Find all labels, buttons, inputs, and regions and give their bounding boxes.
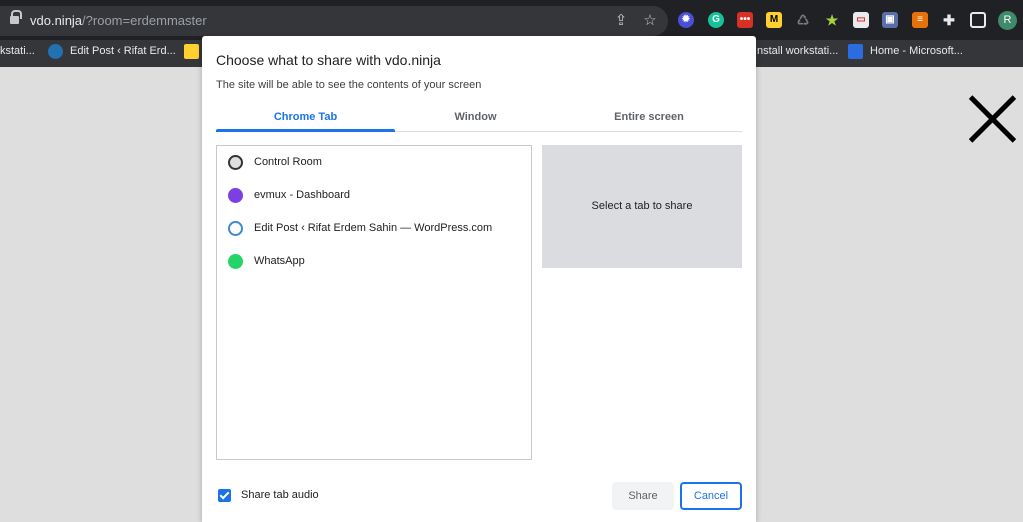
- list-item-label: WhatsApp: [254, 255, 305, 267]
- dialog-title: Choose what to share with vdo.ninja: [216, 52, 441, 68]
- extension-red-icon[interactable]: •••: [737, 12, 753, 28]
- extension-window-icon[interactable]: ▣: [882, 12, 898, 28]
- share-audio-checkbox[interactable]: [218, 489, 231, 502]
- cancel-button[interactable]: Cancel: [680, 482, 742, 510]
- azure-icon: [848, 44, 863, 59]
- tab-window[interactable]: Window: [395, 111, 556, 123]
- recycle-icon[interactable]: ♺: [795, 12, 811, 28]
- wordpress-icon: [228, 221, 243, 236]
- evmux-icon: [228, 188, 243, 203]
- browser-toolbar: vdo.ninja/?room=erdemmaster ⇪ ☆ ✹ G ••• …: [0, 0, 1023, 40]
- dialog-subtitle: The site will be able to see the content…: [216, 79, 482, 91]
- extensions-puzzle-icon[interactable]: ✚: [941, 12, 957, 28]
- screen-capture-icon[interactable]: ▭: [853, 12, 869, 28]
- list-item[interactable]: Edit Post ‹ Rifat Erdem Sahin — WordPres…: [217, 212, 531, 244]
- bookmark-star-icon[interactable]: ☆: [640, 11, 660, 31]
- active-tab-indicator: [216, 129, 395, 132]
- share-page-icon[interactable]: ⇪: [611, 11, 631, 31]
- close-icon[interactable]: [962, 88, 1022, 148]
- share-audio-label[interactable]: Share tab audio: [241, 489, 319, 501]
- bookmark-item[interactable]: Edit Post ‹ Rifat Erd...: [70, 45, 176, 57]
- list-item[interactable]: evmux - Dashboard: [217, 179, 531, 211]
- tab-list[interactable]: Control Room evmux - Dashboard Edit Post…: [216, 145, 532, 460]
- control-room-icon: [228, 155, 243, 170]
- grammarly-icon[interactable]: G: [708, 12, 724, 28]
- share-button[interactable]: Share: [612, 482, 674, 510]
- bookmark-item[interactable]: Home - Microsoft...: [870, 45, 963, 57]
- tab-entire-screen[interactable]: Entire screen: [556, 111, 742, 123]
- extension-list-icon[interactable]: ≡: [912, 12, 928, 28]
- avatar[interactable]: R: [998, 11, 1017, 30]
- star-extension-icon[interactable]: ★: [824, 12, 840, 28]
- bookmark-item[interactable]: kstati...: [0, 45, 35, 57]
- preview-pane: Select a tab to share: [542, 145, 742, 268]
- lock-icon[interactable]: [10, 10, 22, 26]
- preview-text: Select a tab to share: [591, 200, 693, 212]
- side-panel-icon[interactable]: [970, 12, 986, 28]
- wordpress-icon: [48, 44, 63, 59]
- whatsapp-icon: [228, 254, 243, 269]
- list-item[interactable]: Control Room: [217, 146, 531, 178]
- miro-icon[interactable]: M: [766, 12, 782, 28]
- miro-icon: [184, 44, 199, 59]
- list-item-label: Edit Post ‹ Rifat Erdem Sahin — WordPres…: [254, 222, 493, 234]
- share-dialog: Choose what to share with vdo.ninja The …: [202, 36, 756, 522]
- tab-chrome-tab[interactable]: Chrome Tab: [216, 111, 395, 123]
- address-bar[interactable]: vdo.ninja/?room=erdemmaster ⇪ ☆: [0, 6, 668, 36]
- list-item-label: evmux - Dashboard: [254, 189, 350, 201]
- list-item[interactable]: WhatsApp: [217, 245, 531, 277]
- bookmark-item[interactable]: nstall workstati...: [757, 45, 838, 57]
- tab-strip: Chrome Tab Window Entire screen: [216, 108, 742, 132]
- extension-sun-icon[interactable]: ✹: [678, 12, 694, 28]
- list-item-label: Control Room: [254, 156, 322, 168]
- url-text[interactable]: vdo.ninja/?room=erdemmaster: [30, 13, 207, 28]
